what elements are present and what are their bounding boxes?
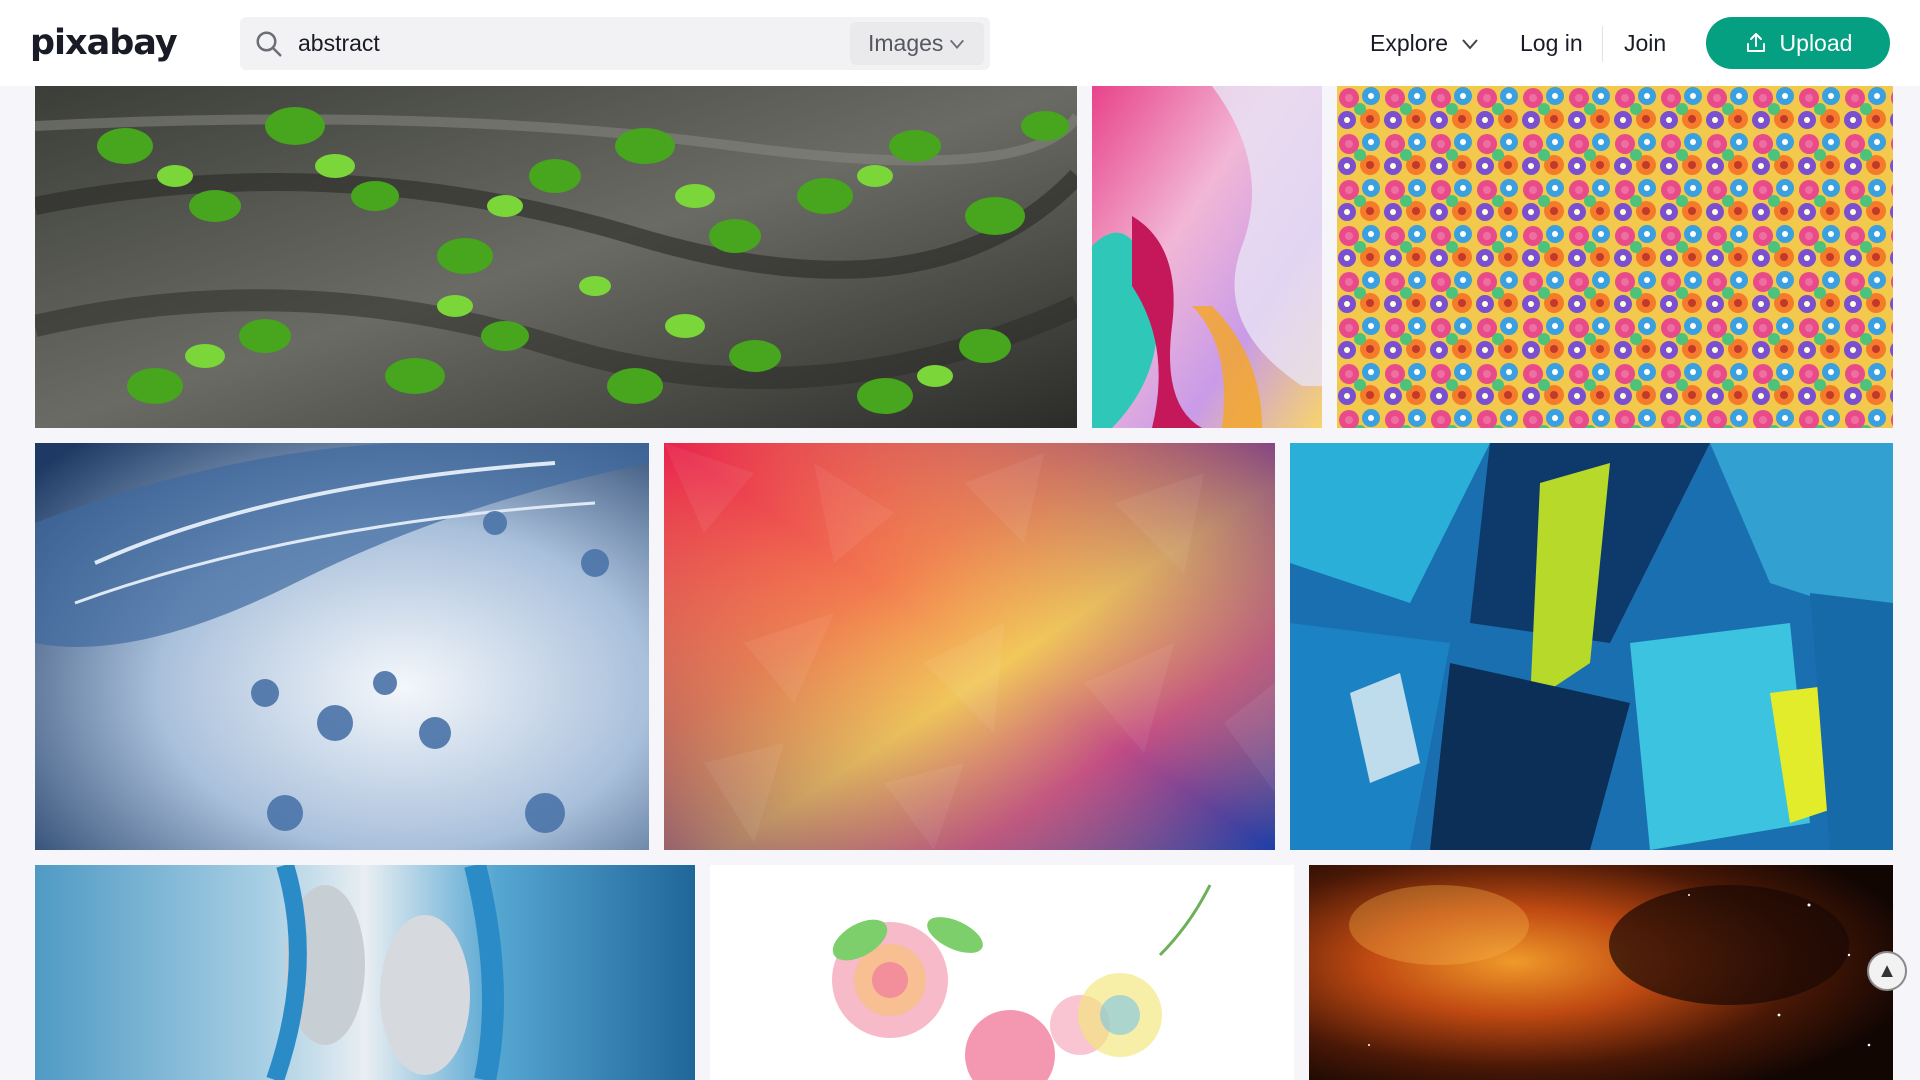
nav-divider (1602, 26, 1603, 62)
search-bar: Images (240, 17, 990, 70)
gallery-image-space-nebula[interactable] (1309, 865, 1893, 1080)
search-icon[interactable] (254, 29, 284, 59)
login-link[interactable]: Log in (1520, 17, 1583, 70)
gallery-image-flower-pattern[interactable] (1337, 86, 1893, 428)
search-input[interactable] (298, 17, 838, 70)
ivy-bark-image (35, 86, 1077, 428)
media-type-dropdown[interactable]: Images (850, 22, 984, 65)
watercolor-flowers-image (710, 865, 1294, 1080)
upload-icon (1746, 33, 1765, 52)
top-header: pixabay Images Explore Log in Join Uploa… (0, 0, 1920, 86)
gallery-image-water-splash[interactable] (35, 443, 649, 850)
login-label: Log in (1520, 30, 1583, 56)
gallery-image-water-couple[interactable] (35, 865, 695, 1080)
chevron-down-icon (950, 39, 964, 49)
join-label: Join (1624, 30, 1667, 56)
join-link[interactable]: Join (1624, 17, 1666, 70)
upload-label: Upload (1779, 29, 1853, 56)
blue-painting-image (1290, 443, 1893, 850)
chevron-down-icon (1462, 38, 1478, 50)
explore-label: Explore (1370, 30, 1448, 56)
lowpoly-gradient-image (664, 443, 1275, 850)
gallery-image-ivy-bark[interactable] (35, 86, 1077, 428)
gallery-image-lowpoly-gradient[interactable] (664, 443, 1275, 850)
space-nebula-image (1309, 865, 1893, 1080)
alcohol-ink-image (1092, 86, 1322, 428)
scroll-to-top-button[interactable]: ▲ (1867, 951, 1907, 991)
upload-button[interactable]: Upload (1706, 17, 1890, 69)
gallery-image-watercolor-flowers[interactable] (710, 865, 1294, 1080)
water-couple-image (35, 865, 695, 1080)
gallery-image-blue-painting[interactable] (1290, 443, 1893, 850)
pixabay-logo[interactable]: pixabay (30, 21, 178, 65)
arrow-up-icon: ▲ (1877, 959, 1897, 982)
water-splash-image (35, 443, 649, 850)
media-type-label: Images (868, 30, 944, 56)
flower-pattern-image (1337, 86, 1893, 428)
explore-menu[interactable]: Explore (1370, 17, 1480, 70)
gallery-image-alcohol-ink[interactable] (1092, 86, 1322, 428)
